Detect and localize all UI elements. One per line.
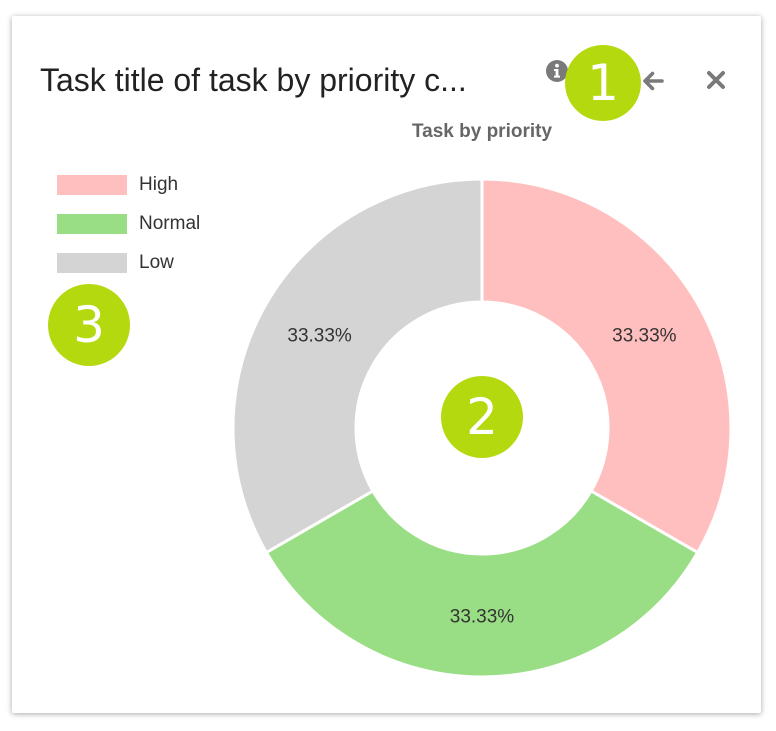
legend-label: Normal [139, 213, 201, 234]
slice-label-high: 33.33% [612, 325, 677, 346]
legend-item-low[interactable]: Low [57, 252, 174, 274]
legend-item-normal[interactable]: Normal [57, 213, 200, 235]
donut-chart: Task by priority 33.33% 33.33% 33.33% [231, 121, 733, 679]
slice-label-normal: 33.33% [450, 607, 515, 628]
legend-label: High [139, 174, 179, 195]
slice-normal[interactable] [264, 488, 700, 679]
legend-label: Low [139, 252, 174, 273]
callout-badge-1: 1 [565, 45, 641, 121]
callout-badge-2: 2 [441, 376, 523, 458]
legend-item-high[interactable]: High [57, 174, 178, 196]
slice-high[interactable] [480, 177, 733, 555]
legend-swatch [57, 175, 127, 195]
legend-swatch [57, 253, 127, 273]
slice-low[interactable] [231, 177, 484, 555]
slice-label-low: 33.33% [287, 325, 352, 346]
legend-swatch [57, 214, 127, 234]
chart-title: Task by priority [412, 121, 553, 142]
callout-badge-3: 3 [48, 284, 130, 366]
